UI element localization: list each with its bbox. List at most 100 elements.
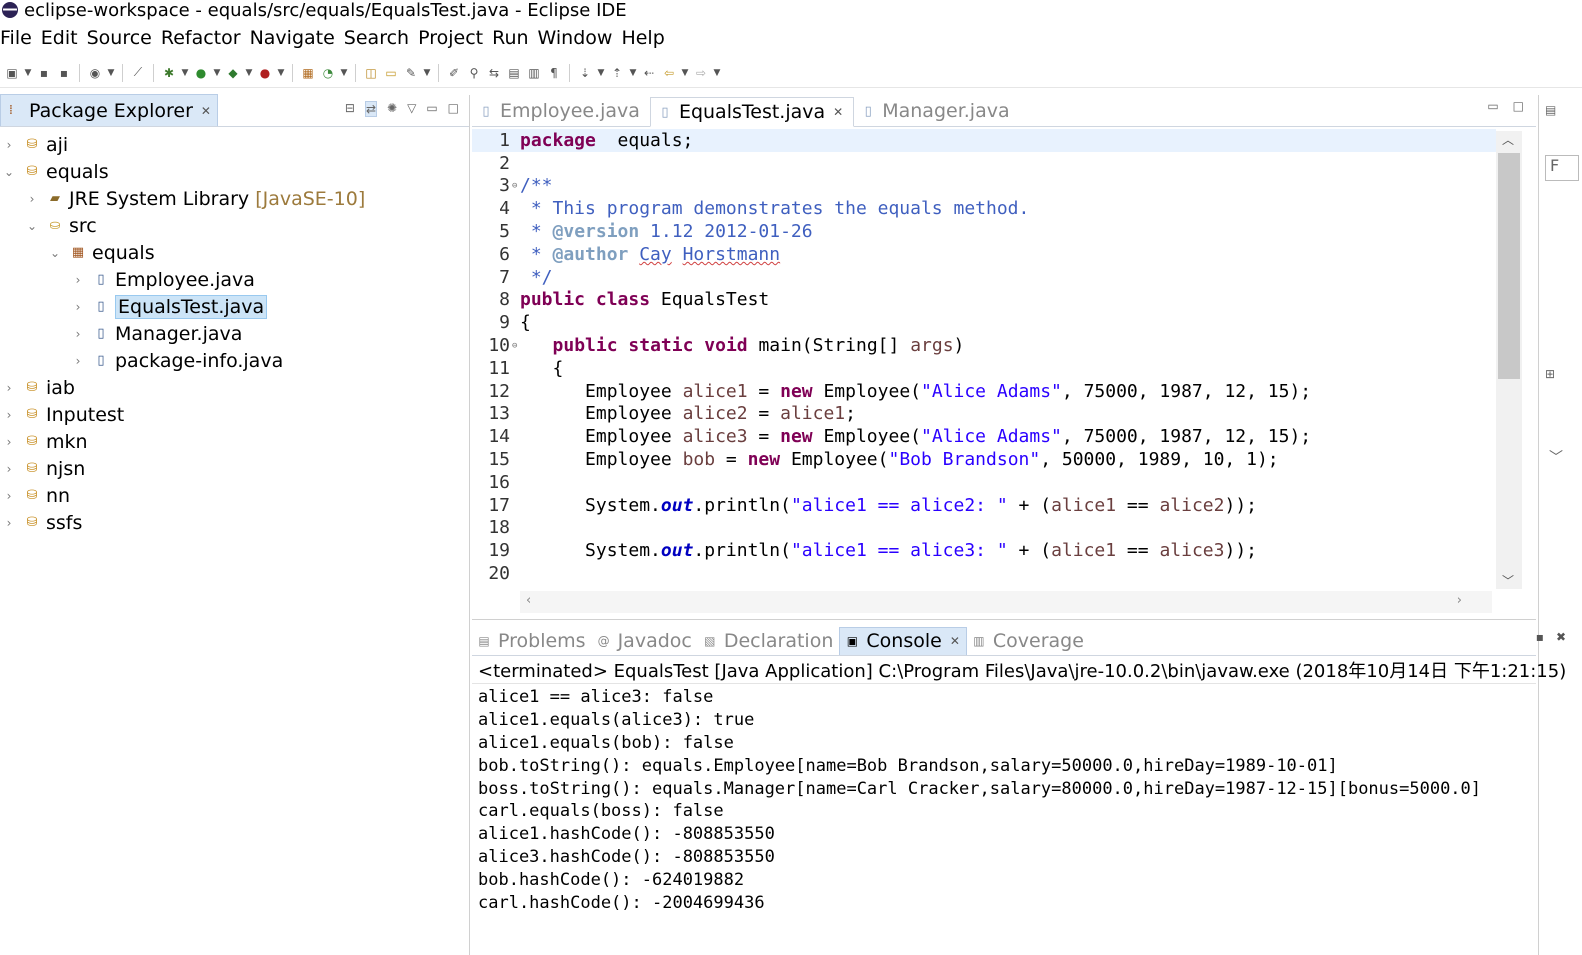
collapse-all-icon[interactable]: ⊟: [345, 101, 355, 117]
menu-window[interactable]: Window: [537, 27, 621, 49]
debug-icon[interactable]: ✱: [161, 65, 177, 81]
package-explorer-tab[interactable]: ⁞ Package Explorer ✕: [0, 94, 218, 126]
back-icon[interactable]: ⇦: [661, 65, 677, 81]
chevron-right-icon[interactable]: ›: [71, 354, 85, 368]
show-whitespace-icon[interactable]: ▥: [526, 65, 542, 81]
run-icon[interactable]: ●: [193, 65, 209, 81]
tree-item[interactable]: › ⛁ mkn: [0, 428, 469, 455]
chevron-right-icon[interactable]: ›: [71, 327, 85, 341]
external-tools-icon[interactable]: ●: [257, 65, 273, 81]
chevron-right-icon[interactable]: ›: [2, 408, 16, 422]
scroll-up-icon[interactable]: ︿: [1502, 131, 1514, 148]
new-dropdown-icon[interactable]: ▼: [24, 65, 32, 81]
chevron-right-icon[interactable]: ›: [71, 300, 85, 314]
next-annotation-icon[interactable]: ⇣: [577, 65, 593, 81]
fold-toggle-icon[interactable]: ⊖: [512, 181, 520, 191]
chevron-down-icon[interactable]: ⌄: [25, 219, 39, 233]
bottom-tab[interactable]: ▣ Console ✕: [839, 626, 967, 655]
back-dropdown-icon[interactable]: ▼: [681, 65, 689, 81]
editor-tab[interactable]: ▯ Employee.java: [472, 96, 650, 126]
pilcrow-icon[interactable]: ¶: [546, 65, 562, 81]
menu-file[interactable]: File: [0, 27, 40, 49]
minimize-icon[interactable]: ▭: [1487, 99, 1498, 113]
tree-item[interactable]: › ▰ JRE System Library [JavaSE-10]: [0, 185, 469, 212]
user-icon[interactable]: ◉: [87, 65, 103, 81]
external-tools-dropdown-icon[interactable]: ▼: [277, 65, 285, 81]
word-wrap-icon[interactable]: ▤: [506, 65, 522, 81]
focus-icon[interactable]: ✺: [387, 101, 397, 117]
user-dropdown-icon[interactable]: ▼: [107, 65, 115, 81]
new-java-package-icon[interactable]: ▦: [300, 65, 316, 81]
menu-edit[interactable]: Edit: [40, 27, 86, 49]
close-icon[interactable]: ✕: [833, 105, 843, 119]
previous-annotation-icon[interactable]: ⇡: [609, 65, 625, 81]
last-edit-location-icon[interactable]: ⇠: [641, 65, 657, 81]
tree-item[interactable]: › ⛁ ssfs: [0, 509, 469, 536]
menu-refactor[interactable]: Refactor: [160, 27, 249, 49]
scroll-down-icon[interactable]: ﹀: [1502, 572, 1514, 589]
fold-toggle-icon[interactable]: ⊖: [512, 341, 520, 351]
chevron-right-icon[interactable]: ›: [25, 192, 39, 206]
scroll-left-icon[interactable]: ‹: [526, 593, 531, 608]
bottom-tab[interactable]: ▧ Declaration: [698, 627, 840, 655]
tree-item[interactable]: ⌄ ⛀ src: [0, 212, 469, 239]
minimize-icon[interactable]: ▭: [426, 101, 437, 117]
coverage-dropdown-icon[interactable]: ▼: [245, 65, 253, 81]
editor-horizontal-scrollbar[interactable]: ‹ ›: [520, 591, 1492, 613]
tree-item[interactable]: ⌄ ▦ equals: [0, 239, 469, 266]
tree-item[interactable]: › ⛁ nn: [0, 482, 469, 509]
tree-item[interactable]: › ⛁ njsn: [0, 455, 469, 482]
new-java-class-icon[interactable]: ◔: [320, 65, 336, 81]
new-class-dropdown-icon[interactable]: ▼: [340, 65, 348, 81]
view-menu-icon[interactable]: ▽: [407, 101, 416, 117]
chevron-right-icon[interactable]: ›: [2, 381, 16, 395]
save-icon[interactable]: ▪: [36, 65, 52, 81]
menu-help[interactable]: Help: [620, 27, 672, 49]
chevron-down-icon[interactable]: ⌄: [48, 246, 62, 260]
editor-vertical-scrollbar[interactable]: ︿ ﹀: [1496, 131, 1522, 589]
tree-item[interactable]: › ▯ package-info.java: [0, 347, 469, 374]
bottom-tab[interactable]: ▤ Problems: [472, 627, 592, 655]
chevron-right-icon[interactable]: ›: [2, 435, 16, 449]
scrollbar-thumb[interactable]: [1498, 153, 1520, 379]
find-input[interactable]: F: [1545, 155, 1579, 181]
editor-tab[interactable]: ▯ EqualsTest.java ✕: [649, 97, 855, 127]
chevron-right-icon[interactable]: ›: [2, 462, 16, 476]
close-icon[interactable]: ✕: [950, 634, 960, 648]
menu-navigate[interactable]: Navigate: [249, 27, 343, 49]
search-dropdown-icon[interactable]: ▼: [423, 65, 431, 81]
tree-item[interactable]: › ⛁ iab: [0, 374, 469, 401]
maximize-icon[interactable]: □: [1513, 99, 1524, 113]
editor-tab[interactable]: ▯ Manager.java: [854, 96, 1019, 126]
outline-tree-icon[interactable]: ⊞: [1545, 367, 1555, 381]
link-with-editor-icon[interactable]: ⇄: [364, 101, 378, 117]
toggle-mark-occurrences-icon[interactable]: ✐: [446, 65, 462, 81]
chevron-down-icon[interactable]: ﹀: [1549, 447, 1563, 467]
tree-item[interactable]: › ▯ EqualsTest.java: [0, 293, 469, 320]
tree-item[interactable]: › ▯ Employee.java: [0, 266, 469, 293]
outline-view-icon[interactable]: ▤: [1545, 103, 1556, 117]
chevron-down-icon[interactable]: ⌄: [2, 165, 16, 179]
search-icon[interactable]: ✎: [403, 65, 419, 81]
tree-item[interactable]: ⌄ ⛁ equals: [0, 158, 469, 185]
close-icon[interactable]: ✕: [201, 104, 211, 118]
chevron-right-icon[interactable]: ›: [2, 489, 16, 503]
minimize-icon[interactable]: ▪: [1536, 630, 1544, 644]
chevron-right-icon[interactable]: ›: [2, 138, 16, 152]
scroll-right-icon[interactable]: ›: [1457, 593, 1462, 608]
bottom-tab[interactable]: @ Javadoc: [592, 627, 698, 655]
tree-item[interactable]: › ▯ Manager.java: [0, 320, 469, 347]
run-dropdown-icon[interactable]: ▼: [213, 65, 221, 81]
coverage-run-icon[interactable]: ◆: [225, 65, 241, 81]
menu-source[interactable]: Source: [86, 27, 160, 49]
open-folder-icon[interactable]: ▭: [383, 65, 399, 81]
forward-dropdown-icon[interactable]: ▼: [713, 65, 721, 81]
save-all-icon[interactable]: ▪: [56, 65, 72, 81]
menu-search[interactable]: Search: [343, 27, 417, 49]
code-text-area[interactable]: 1 package equals; 2 3 ⊖/** 4 * This program d…: [472, 129, 1496, 589]
next-annotation-dropdown-icon[interactable]: ▼: [597, 65, 605, 81]
chevron-right-icon[interactable]: ›: [71, 273, 85, 287]
chevron-right-icon[interactable]: ›: [2, 516, 16, 530]
maximize-icon[interactable]: □: [448, 101, 459, 117]
bottom-tab[interactable]: ▥ Coverage: [967, 627, 1090, 655]
